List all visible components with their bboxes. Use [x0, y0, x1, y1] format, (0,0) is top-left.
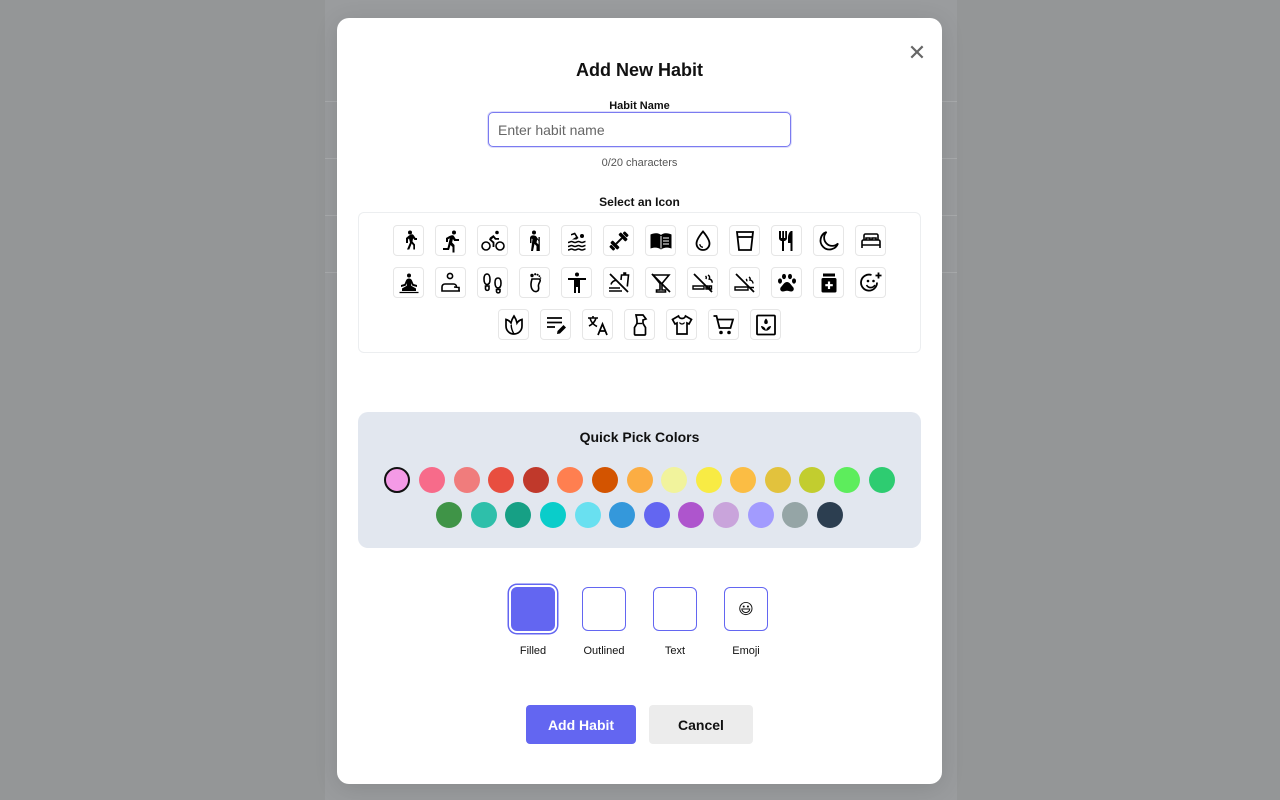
- filled-style-button[interactable]: [511, 587, 555, 631]
- add-emoji-icon[interactable]: [855, 267, 886, 298]
- color-swatch[interactable]: [574, 502, 601, 528]
- color-swatch[interactable]: [384, 467, 411, 493]
- color-swatch[interactable]: [453, 467, 480, 493]
- style-option-text[interactable]: Text: [653, 587, 697, 657]
- color-swatch[interactable]: [591, 467, 618, 493]
- color-swatch[interactable]: [834, 467, 861, 493]
- shirt-icon[interactable]: [666, 309, 697, 340]
- color-swatch[interactable]: [868, 467, 895, 493]
- style-option-outlined[interactable]: Outlined: [582, 587, 626, 657]
- close-icon[interactable]: ✕: [906, 42, 928, 64]
- color-swatch[interactable]: [522, 467, 549, 493]
- emoji-style-button[interactable]: 😃: [724, 587, 768, 631]
- book-icon[interactable]: [645, 225, 676, 256]
- quick-pick-colors-title: Quick Pick Colors: [579, 429, 700, 445]
- style-options: Filled Outlined Text 😃 Emoji: [337, 587, 942, 657]
- color-swatch[interactable]: [747, 502, 774, 528]
- character-count: 0/20 characters: [601, 157, 678, 169]
- color-swatch[interactable]: [764, 467, 791, 493]
- color-swatch[interactable]: [540, 502, 567, 528]
- quick-pick-colors-panel: Quick Pick Colors: [358, 412, 921, 548]
- color-swatch[interactable]: [695, 467, 722, 493]
- add-habit-button[interactable]: Add Habit: [526, 705, 636, 744]
- outlined-style-button[interactable]: [582, 587, 626, 631]
- modal-title: Add New Habit: [575, 60, 703, 80]
- no-food-icon[interactable]: [603, 267, 634, 298]
- bed-icon[interactable]: [855, 225, 886, 256]
- lying-person-icon[interactable]: [435, 267, 466, 298]
- tulip-icon[interactable]: [498, 309, 529, 340]
- cancel-button[interactable]: Cancel: [649, 705, 753, 744]
- color-swatch[interactable]: [418, 467, 445, 493]
- color-swatch-row: [358, 502, 921, 528]
- hiking-icon[interactable]: [519, 225, 550, 256]
- color-swatch[interactable]: [436, 502, 463, 528]
- habit-name-label: Habit Name: [609, 100, 670, 112]
- color-swatch[interactable]: [816, 502, 843, 528]
- running-icon[interactable]: [435, 225, 466, 256]
- select-icon-label: Select an Icon: [599, 195, 680, 209]
- color-swatch[interactable]: [626, 467, 653, 493]
- footprints-icon[interactable]: [477, 267, 508, 298]
- paw-icon[interactable]: [771, 267, 802, 298]
- stretching-person-icon[interactable]: [561, 267, 592, 298]
- color-swatch[interactable]: [661, 467, 688, 493]
- no-smoking-icon[interactable]: [687, 267, 718, 298]
- meditation-icon[interactable]: [393, 267, 424, 298]
- habit-name-input[interactable]: [488, 112, 791, 147]
- plant-frame-icon[interactable]: [750, 309, 781, 340]
- color-swatch[interactable]: [730, 467, 757, 493]
- notes-icon[interactable]: [540, 309, 571, 340]
- spray-bottle-icon[interactable]: [624, 309, 655, 340]
- glass-icon[interactable]: [729, 225, 760, 256]
- color-swatch[interactable]: [782, 502, 809, 528]
- cycling-icon[interactable]: [477, 225, 508, 256]
- color-swatch[interactable]: [557, 467, 584, 493]
- add-habit-modal: Add New Habit ✕ Habit Name 0/20 characte…: [337, 18, 942, 784]
- color-swatch[interactable]: [488, 467, 515, 493]
- medication-icon[interactable]: [813, 267, 844, 298]
- color-swatch[interactable]: [799, 467, 826, 493]
- style-option-emoji[interactable]: 😃 Emoji: [724, 587, 768, 657]
- utensils-icon[interactable]: [771, 225, 802, 256]
- shopping-cart-icon[interactable]: [708, 309, 739, 340]
- style-label: Emoji: [732, 645, 760, 657]
- style-label: Outlined: [583, 645, 625, 657]
- no-vaping-icon[interactable]: [729, 267, 760, 298]
- water-drop-icon[interactable]: [687, 225, 718, 256]
- moon-icon[interactable]: [813, 225, 844, 256]
- color-swatch[interactable]: [712, 502, 739, 528]
- icon-grid: [358, 212, 921, 353]
- no-alcohol-icon[interactable]: [645, 267, 676, 298]
- foot-icon[interactable]: [519, 267, 550, 298]
- color-swatch[interactable]: [643, 502, 670, 528]
- style-label: Text: [664, 645, 686, 657]
- color-swatch[interactable]: [470, 502, 497, 528]
- color-swatch[interactable]: [678, 502, 705, 528]
- text-style-button[interactable]: [653, 587, 697, 631]
- smiley-emoji-icon: 😃: [738, 601, 754, 618]
- swimming-icon[interactable]: [561, 225, 592, 256]
- color-swatch[interactable]: [609, 502, 636, 528]
- translate-icon[interactable]: [582, 309, 613, 340]
- color-swatch[interactable]: [505, 502, 532, 528]
- walking-icon[interactable]: [393, 225, 424, 256]
- color-swatch-row: [358, 467, 921, 493]
- style-option-filled[interactable]: Filled: [511, 587, 555, 657]
- dumbbell-icon[interactable]: [603, 225, 634, 256]
- style-label: Filled: [519, 645, 547, 657]
